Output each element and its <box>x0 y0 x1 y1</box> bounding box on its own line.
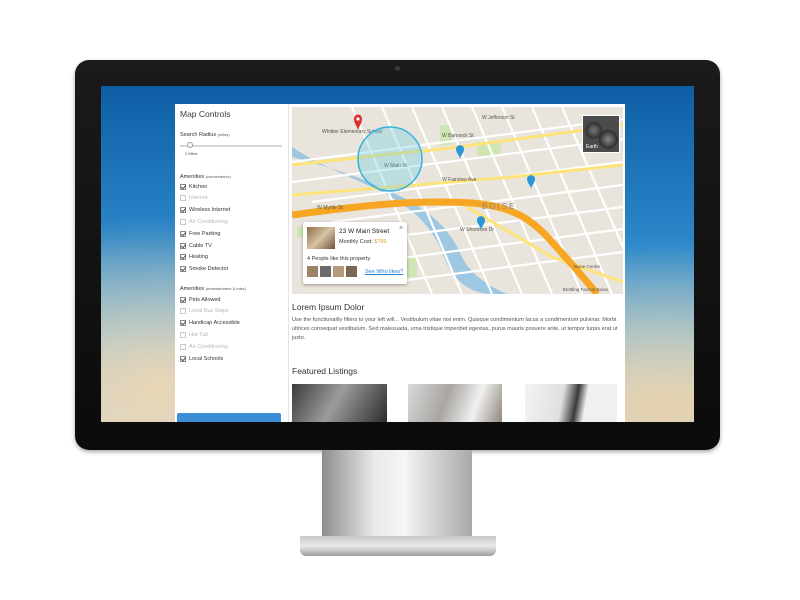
amenity-option[interactable]: Internet <box>180 194 208 203</box>
amenity-option[interactable]: Free Parking <box>180 229 221 238</box>
earth-view-toggle[interactable]: Earth <box>582 115 620 153</box>
map-label-street: W Jefferson St <box>482 115 515 121</box>
amenity-option[interactable]: Pets Allowed <box>180 295 221 304</box>
checkbox-checked[interactable] <box>180 320 186 327</box>
map-view[interactable]: BOISE W Main St W Fairview Ave W Jeffers… <box>292 107 623 294</box>
close-icon[interactable]: × <box>399 225 403 232</box>
see-who-likes-link[interactable]: See Who likes? <box>365 269 403 275</box>
checkbox-checked[interactable] <box>180 242 186 249</box>
amenity-label: Kitchen <box>189 183 208 190</box>
map-label-city: BOISE <box>482 202 516 211</box>
property-price: $795 <box>374 239 387 245</box>
map-label-street: W Myrtle St <box>317 205 343 211</box>
sidebar-title: Map Controls <box>180 109 231 119</box>
checkbox-unchecked[interactable] <box>180 331 186 338</box>
amenity-label: Air Conditioning <box>189 218 228 225</box>
property-popup: 23 W Main Street Monthly Cost: $795 × 4 … <box>303 222 407 284</box>
property-thumbnail <box>307 227 335 249</box>
amenities-convenience-label: Amenities (convenience) <box>180 174 231 180</box>
monitor-stand-base <box>300 536 496 556</box>
liker-avatars <box>307 266 357 277</box>
avatar[interactable] <box>307 266 318 277</box>
amenity-label: Smoke Detector <box>189 266 229 273</box>
amenity-label: Cable TV <box>189 242 212 249</box>
checkbox-unchecked[interactable] <box>180 308 186 315</box>
apply-filters-button[interactable] <box>177 413 281 422</box>
amenity-label: Pets Allowed <box>189 296 221 303</box>
search-radius-circle[interactable] <box>357 126 423 192</box>
checkbox-checked[interactable] <box>180 296 186 303</box>
checkbox-unchecked[interactable] <box>180 195 186 202</box>
amenity-option[interactable]: Handicap Accessible <box>180 319 240 328</box>
amenity-option[interactable]: Kitchen <box>180 182 207 191</box>
amenity-option[interactable]: Wireless Internet <box>180 206 230 215</box>
amenity-label: Wireless Internet <box>189 207 231 214</box>
property-address: 23 W Main Street <box>339 228 390 235</box>
earth-label: Earth <box>586 144 598 150</box>
checkbox-unchecked[interactable] <box>180 218 186 225</box>
search-radius-slider-thumb[interactable] <box>187 142 194 148</box>
featured-listing-image[interactable] <box>292 384 387 422</box>
avatar[interactable] <box>333 266 344 277</box>
checkbox-checked[interactable] <box>180 183 186 190</box>
monitor-stand-neck <box>322 450 472 542</box>
map-label-street: W Fairview Ave <box>442 177 477 183</box>
main-content: BOISE W Main St W Fairview Ave W Jeffers… <box>292 104 625 422</box>
monitor-frame: Map Controls Search Radius (miles) 2 Mil… <box>75 60 720 450</box>
map-label-boise-centre: Boise Centre <box>574 264 601 269</box>
avatar[interactable] <box>346 266 357 277</box>
search-radius-value: 2 Miles <box>185 151 198 156</box>
content-title: Lorem Ipsum Dolor <box>292 302 365 312</box>
amenity-label: Internet <box>189 195 208 202</box>
amenity-option[interactable]: Local Bus Stops <box>180 307 229 316</box>
checkbox-checked[interactable] <box>180 266 186 273</box>
checkbox-unchecked[interactable] <box>180 343 186 350</box>
map-app: Map Controls Search Radius (miles) 2 Mil… <box>175 104 625 422</box>
monitor-screen: Map Controls Search Radius (miles) 2 Mil… <box>101 86 694 422</box>
webcam <box>395 66 400 71</box>
map-label-street: W Bannock St <box>442 133 474 139</box>
amenity-label: Free Parking <box>189 230 221 237</box>
map-controls-sidebar: Map Controls Search Radius (miles) 2 Mil… <box>175 104 289 422</box>
avatar[interactable] <box>320 266 331 277</box>
search-radius-slider-track[interactable] <box>180 145 282 147</box>
amenity-option[interactable]: Cable TV <box>180 241 212 250</box>
amenity-label: Handicap Accessible <box>189 320 240 327</box>
featured-listings-title: Featured Listings <box>292 366 358 376</box>
amenity-option[interactable]: Heating <box>180 253 208 262</box>
amenity-option[interactable]: Smoke Detector <box>180 265 228 274</box>
checkbox-checked[interactable] <box>180 207 186 214</box>
amenity-option[interactable]: Local Schools <box>180 354 223 363</box>
amenity-option[interactable]: Air Conditioning <box>180 217 228 226</box>
featured-listing-image[interactable] <box>525 384 617 422</box>
checkbox-checked[interactable] <box>180 254 186 261</box>
content-description: Use the functionality filters to your le… <box>292 317 618 341</box>
amenity-option[interactable]: Hot Tub <box>180 330 208 339</box>
amenity-label: Local Schools <box>189 355 224 362</box>
amenity-label: Air Conditioning <box>189 343 228 350</box>
checkbox-checked[interactable] <box>180 230 186 237</box>
amenities-entertainment-label: Amenities (entertainment & misc) <box>180 286 246 292</box>
property-marker-blue[interactable] <box>527 175 535 189</box>
map-label-street: W Shoreline Dr <box>460 227 494 233</box>
property-cost: Monthly Cost: $795 <box>339 239 387 245</box>
amenity-label: Hot Tub <box>189 331 209 338</box>
amenity-option[interactable]: Air Conditioning <box>180 342 228 351</box>
checkbox-checked[interactable] <box>180 355 186 362</box>
likes-count: 4 People like this property <box>307 256 371 262</box>
map-label-factory: Brettling Factory Boise <box>562 287 608 292</box>
featured-listing-image[interactable] <box>408 384 502 422</box>
amenity-label: Heating <box>189 254 208 261</box>
amenity-label: Local Bus Stops <box>189 308 229 315</box>
search-radius-label: Search Radius (miles) <box>180 132 230 138</box>
